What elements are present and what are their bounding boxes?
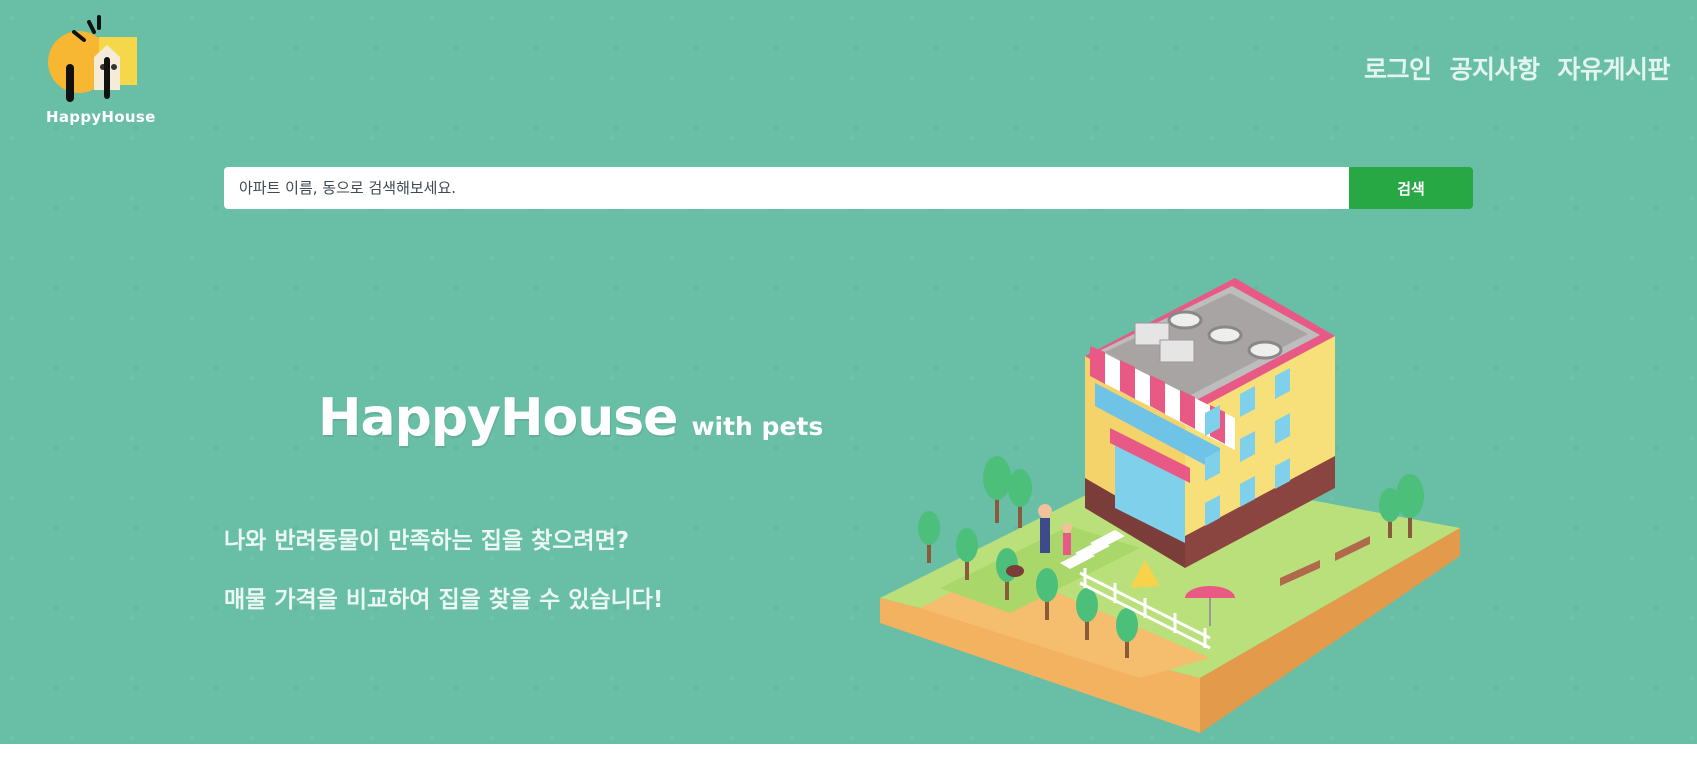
logo-text: HappyHouse (46, 108, 156, 126)
search-input[interactable] (224, 167, 1349, 209)
hero-title-main: HappyHouse (318, 388, 678, 448)
hero-tagline-2: 매물 가격을 비교하여 집을 찾을 수 있습니다! (224, 587, 664, 613)
nav-notice-link[interactable]: 공지사항 (1449, 50, 1540, 86)
top-nav: 로그인 공지사항 자유게시판 (1364, 50, 1671, 86)
search-bar: 검색 (224, 167, 1473, 209)
happyhouse-logo-icon (48, 15, 137, 102)
nav-login-link[interactable]: 로그인 (1364, 50, 1432, 86)
isometric-house-icon (880, 278, 1460, 733)
nav-board-link[interactable]: 자유게시판 (1557, 50, 1670, 86)
search-button[interactable]: 검색 (1349, 167, 1473, 209)
hero-title: HappyHouse with pets (318, 388, 823, 448)
hero-title-sub: with pets (691, 412, 824, 441)
hero-tagline-1: 나와 반려동물이 만족하는 집을 찾으려면? (224, 528, 630, 554)
site-logo[interactable]: HappyHouse (44, 12, 156, 127)
hero-section: HappyHouse 로그인 공지사항 자유게시판 검색 HappyHouse w… (0, 0, 1697, 744)
